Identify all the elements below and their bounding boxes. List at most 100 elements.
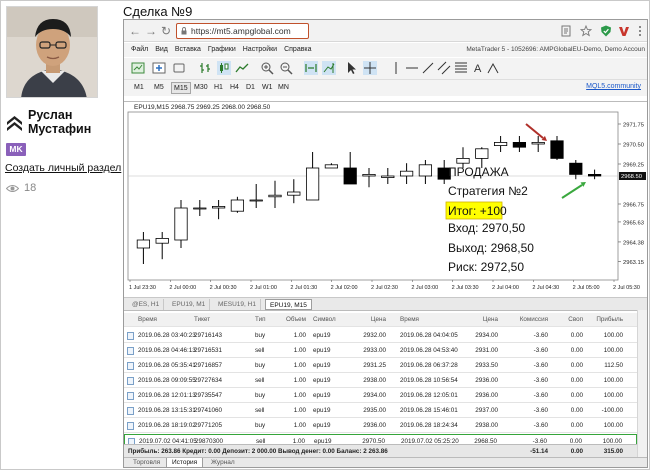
reload-icon[interactable]: ↻ <box>161 24 171 38</box>
history-row[interactable]: 2019.06.28 05:35:41 29716857 buy 1.00 epu19 2… <box>124 359 637 373</box>
star-icon[interactable] <box>580 25 592 37</box>
zoom-in-icon[interactable] <box>260 61 274 75</box>
tab-history[interactable]: История <box>166 458 204 467</box>
history-column-header: Прибыль <box>596 316 623 323</box>
text-tool-icon[interactable]: A <box>471 61 485 75</box>
menu-insert[interactable]: Вставка <box>175 43 201 57</box>
chart-tab-epu19-m15[interactable]: EPU19, M15 <box>265 299 312 310</box>
timeframe-h4[interactable]: H4 <box>228 82 241 94</box>
menu-view[interactable]: Вид <box>155 43 168 57</box>
horizontal-line-icon[interactable] <box>405 61 419 75</box>
chart-shift-icon[interactable] <box>322 61 336 75</box>
history-cell: 0.00 <box>570 422 583 429</box>
history-cell: 2936.00 <box>475 377 498 384</box>
tab-journal[interactable]: Журнал <box>206 458 240 467</box>
history-row[interactable]: 2019.06.28 03:40:23 29716143 buy 1.00 epu19 2… <box>124 329 637 343</box>
candlestick-chart[interactable]: 2971.75 2970.50 2969.25 2966.75 2965.63 2964.… <box>124 102 647 298</box>
chart-tab-mesu19-h1[interactable]: MESU19, H1 <box>214 299 261 310</box>
chart-tabs: @ES, H1 EPU19, M1 MESU19, H1 EPU19, M15 <box>124 297 647 310</box>
vertical-line-icon[interactable] <box>389 61 403 75</box>
timeframe-h1[interactable]: H1 <box>212 82 225 94</box>
avatar[interactable] <box>6 6 98 98</box>
line-chart-icon[interactable] <box>235 61 249 75</box>
back-icon[interactable]: ← <box>129 24 141 38</box>
x-tick-label: 2 Jul 03:00 <box>411 285 438 291</box>
shapes-tool-icon[interactable] <box>486 61 500 75</box>
history-cell: epu19 <box>313 377 331 384</box>
browser-screenshot: ← → ↻ https://mt5.ampglobal.com Файл Вид В… <box>123 19 648 468</box>
shield-icon[interactable] <box>600 25 612 37</box>
timeframe-w1[interactable]: W1 <box>260 82 275 94</box>
menu-charts[interactable]: Графики <box>208 43 236 57</box>
create-section-link[interactable]: Создать личный раздел <box>5 162 121 174</box>
x-tick-label: 2 Jul 02:30 <box>371 285 398 291</box>
history-row[interactable]: 2019.06.28 18:19:02 29771205 buy 1.00 epu19 2… <box>124 419 637 433</box>
history-cell: 100.00 <box>603 347 623 354</box>
profile-name[interactable]: Руслан Мустафин <box>6 108 121 136</box>
chart-window[interactable]: 2971.75 2970.50 2969.25 2966.75 2965.63 2964.… <box>124 101 647 297</box>
timeframe-m1[interactable]: M1 <box>132 82 146 94</box>
history-cell: -3.60 <box>533 377 548 384</box>
history-cell: 1.00 <box>293 377 306 384</box>
current-price-label: 2968.50 <box>621 174 642 180</box>
x-tick-label: 2 Jul 00:00 <box>169 285 196 291</box>
mt5-menu-bar: Файл Вид Вставка Графики Настройки Справка Me… <box>124 43 647 57</box>
history-cell: 2019.06.28 04:53:40 <box>400 347 458 354</box>
url-field[interactable]: https://mt5.ampglobal.com <box>176 23 309 39</box>
tab-trade[interactable]: Торговля <box>128 458 165 467</box>
chart-tab-epu19-m1[interactable]: EPU19, M1 <box>168 299 211 310</box>
history-cell: 2019.06.28 04:46:13 <box>138 347 196 354</box>
history-cell: epu19 <box>313 332 331 339</box>
annotation-strategy: Стратегия №2 <box>448 184 528 198</box>
mql5-community-link[interactable]: MQL5.community <box>586 83 641 90</box>
candle-body <box>193 207 207 210</box>
menu-help[interactable]: Справка <box>284 43 311 57</box>
new-chart-icon[interactable] <box>131 61 145 75</box>
history-cell: 2936.00 <box>475 392 498 399</box>
crosshair-icon[interactable] <box>363 61 377 75</box>
timeframe-m5[interactable]: M5 <box>152 82 166 94</box>
cursor-icon[interactable] <box>345 61 359 75</box>
menu-dots-icon[interactable] <box>634 25 646 37</box>
new-order-icon[interactable] <box>152 61 166 75</box>
candles-chart-icon[interactable] <box>217 61 231 75</box>
channel-icon[interactable] <box>437 61 451 75</box>
history-row[interactable]: 2019.06.28 09:09:55 29727634 sell 1.00 epu19… <box>124 374 637 388</box>
history-scrollbar[interactable] <box>637 310 647 457</box>
history-cell: 2019.06.28 10:56:54 <box>400 377 458 384</box>
views-count: 18 <box>24 182 37 194</box>
x-tick-label: 2 Jul 05:00 <box>573 285 600 291</box>
trendline-icon[interactable] <box>421 61 435 75</box>
zoom-out-icon[interactable] <box>279 61 293 75</box>
algo-trading-icon[interactable] <box>172 61 186 75</box>
history-cell: 29771205 <box>194 422 223 429</box>
deal-icon <box>127 332 134 340</box>
timeframe-m30[interactable]: M30 <box>192 82 210 94</box>
candle-body <box>305 167 320 201</box>
timeframe-d1[interactable]: D1 <box>244 82 257 94</box>
candle-body <box>268 194 282 198</box>
bar-chart-icon[interactable] <box>199 61 213 75</box>
autoscroll-icon[interactable] <box>304 61 318 75</box>
history-cell: 0.00 <box>570 347 583 354</box>
user-badge: MK <box>6 143 26 156</box>
fibonacci-icon[interactable] <box>454 61 468 75</box>
history-row[interactable]: 2019.06.28 13:15:31 29741060 sell 1.00 epu19… <box>124 404 637 418</box>
annotation-entry: Вход: 2970,50 <box>448 221 526 235</box>
extension-v-icon[interactable] <box>618 25 630 37</box>
forward-icon[interactable]: → <box>145 24 157 38</box>
history-cell: 2931.00 <box>475 347 498 354</box>
timeframe-mn[interactable]: MN <box>276 82 291 94</box>
menu-file[interactable]: Файл <box>131 43 148 57</box>
history-cell: 29735547 <box>194 392 223 399</box>
history-cell: -3.60 <box>533 362 548 369</box>
chart-tab-es-h1[interactable]: @ES, H1 <box>128 299 165 310</box>
history-row[interactable]: 2019.06.28 12:01:13 29735547 buy 1.00 epu19 2… <box>124 389 637 403</box>
history-summary-row[interactable]: Прибыль: 263.86 Кредит: 0.00 Депозит: 2 … <box>124 444 637 458</box>
menu-settings[interactable]: Настройки <box>243 43 277 57</box>
history-cell: 2935.00 <box>363 407 386 414</box>
timeframe-m15[interactable]: M15 <box>171 82 191 94</box>
bookmark-page-icon[interactable] <box>561 25 573 37</box>
history-row[interactable]: 2019.06.28 04:46:13 29716531 sell 1.00 epu19… <box>124 344 637 358</box>
x-tick-label: 2 Jul 02:00 <box>331 285 358 291</box>
